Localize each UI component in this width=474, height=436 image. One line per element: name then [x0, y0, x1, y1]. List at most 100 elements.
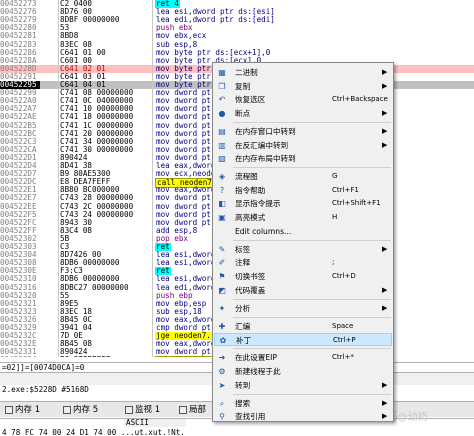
- menu-item-memmap-goto[interactable]: ▧ 在内存布局中转到: [214, 152, 392, 165]
- menu-item-label: 指令帮助: [235, 185, 266, 195]
- menu-item-label: 二进制: [235, 68, 258, 77]
- address-cell: 0045228D: [0, 64, 37, 73]
- find-references-icon: ⚲: [219, 412, 225, 422]
- menu-item-shortcut: Ctrl+Shift+F1: [332, 199, 381, 208]
- menu-item-shortcut: Ctrl+*: [332, 353, 354, 362]
- menu-item-label: 查找引用: [235, 412, 266, 422]
- dump-row[interactable]: 4 78 FC 74 00 24 D1 74 00 ...ut.xut.!Nt.: [0, 428, 474, 436]
- hint-icon: ◧: [218, 199, 226, 209]
- menu-item-label: 复制: [235, 81, 251, 91]
- menu-item-label[interactable]: ✎ 标签 ▶: [214, 243, 392, 256]
- address-cell: 00452329: [0, 324, 37, 332]
- bytes-cell: 83C4 08: [60, 226, 93, 235]
- bytes-cell: 5B: [60, 234, 70, 243]
- submenu-arrow-icon: ▶: [382, 108, 388, 117]
- menu-item-label: 显示指令提示: [235, 199, 281, 209]
- menu-item-label: 新建线程于此: [235, 367, 281, 376]
- menu-item-analysis[interactable]: ✦ 分析 ▶: [214, 302, 392, 315]
- menu-item-restore-selection[interactable]: ↶ 恢复选区 Ctrl+Backspace: [214, 93, 392, 106]
- disasm-goto-icon: ▥: [218, 140, 226, 150]
- tab-locals[interactable]: 局部: [176, 404, 209, 417]
- submenu-arrow-icon: ▶: [382, 81, 388, 90]
- address-cell: 00452273: [0, 0, 37, 8]
- menu-item-comment[interactable]: ✐ 注释;: [214, 256, 392, 269]
- bytes-cell: 890424: [60, 153, 88, 162]
- debugger-window: 00452273 C2 0400 ret 4 00452276 8D76 00 lea e…: [0, 0, 474, 436]
- address-cell: 004522CA: [0, 145, 37, 154]
- bytes-cell: C741 30 00000000: [60, 145, 134, 154]
- submenu-arrow-icon: ▶: [382, 68, 388, 76]
- menu-item-copy[interactable]: ❐ 复制 ▶: [214, 80, 392, 93]
- menu-item-new-thread[interactable]: ⚙ 新建线程于此: [214, 365, 392, 378]
- disasm-row[interactable]: 00452280 53 push ebx: [0, 24, 474, 32]
- address-cell: 0045230E: [0, 267, 37, 276]
- menu-item-hint[interactable]: ◧ 显示指令提示 Ctrl+Shift+F1: [214, 197, 392, 210]
- address-cell: 00452320: [0, 291, 37, 300]
- address-cell: 004522F5: [0, 210, 37, 219]
- submenu-arrow-icon: ▶: [382, 126, 388, 135]
- address-cell: 00452321: [0, 299, 37, 308]
- address-cell: 004522B5: [0, 121, 37, 130]
- menu-item-help[interactable]: ? 指令帮助 Ctrl+F1: [214, 184, 392, 197]
- tab-memory-5[interactable]: 内存 5: [60, 404, 101, 417]
- menu-item-assemble[interactable]: ✚ 汇编 Space: [214, 320, 392, 333]
- menu-item-goto[interactable]: ➤ 转到 ▶: [214, 379, 392, 392]
- help-icon: ?: [219, 185, 225, 195]
- address-cell: 00452316: [0, 283, 37, 292]
- set-eip-icon: ➜: [218, 353, 226, 363]
- menu-item-coverage[interactable]: ◩ 代码覆盖 ▶: [214, 284, 392, 297]
- bytes-cell: C641 04 01: [60, 81, 106, 89]
- menu-item-binary[interactable]: ▦ 二进制 ▶: [214, 66, 392, 79]
- tab-watch-1[interactable]: 监视 1: [122, 404, 163, 417]
- address-cell: 004522D1: [0, 153, 37, 162]
- menu-item-search[interactable]: ⌕ 搜索 ▶: [214, 397, 392, 410]
- menu-item-memory-goto[interactable]: ▤ 在内存窗口中转到 ▶: [214, 125, 392, 138]
- address-cell: 00452276: [0, 8, 37, 17]
- menu-item-label: 在内存布局中转到: [235, 154, 296, 164]
- menu-item-set-eip[interactable]: ➜ 在此设置EIP Ctrl+*: [214, 351, 392, 364]
- menu-item-shortcut: Ctrl+P: [333, 336, 356, 345]
- menu-separator: [233, 167, 391, 169]
- assemble-icon: ✚: [218, 321, 226, 331]
- locals-icon: [179, 405, 187, 414]
- submenu-arrow-icon: ▶: [382, 303, 388, 312]
- menu-item-edit-columns[interactable]: Edit columns...: [214, 225, 392, 238]
- address-cell: 00452295: [0, 81, 40, 90]
- menu-item-bookmark[interactable]: ⚑ 切换书签 Ctrl+D: [214, 270, 392, 283]
- bytes-cell: 7D 0E: [60, 332, 83, 341]
- menu-item-find-references[interactable]: ⚲ 查找引用 ▶: [214, 410, 392, 423]
- analysis-icon: ✦: [218, 303, 226, 313]
- menu-item-label: 标签: [235, 244, 251, 254]
- menu-separator: [233, 393, 391, 395]
- address-cell: 004522A0: [0, 97, 37, 106]
- bytes-cell: 8B45 0C: [60, 315, 93, 324]
- bytes-cell: 8943 30: [60, 218, 93, 227]
- menu-item-disasm-goto[interactable]: ▥ 在反汇编中转到 ▶: [214, 139, 392, 152]
- submenu-arrow-icon: ▶: [382, 380, 388, 389]
- menu-item-patch[interactable]: ✿ 补丁 Ctrl+P: [214, 333, 392, 347]
- bytes-cell: C741 18 00000000: [60, 113, 134, 122]
- menu-item-label: 在反汇编中转到: [235, 140, 289, 150]
- memmap-goto-icon: ▧: [218, 154, 226, 164]
- disasm-row[interactable]: 00452279 8DBF 00000000 lea edi,dword ptr d…: [0, 16, 474, 24]
- menu-item-shortcut: Space: [332, 321, 354, 330]
- disasm-row[interactable]: 00452281 8BD8 mov ebx,ecx: [0, 32, 474, 40]
- submenu-arrow-icon: ▶: [382, 412, 388, 421]
- menu-item-breakpoint[interactable]: ● 断点 ▶: [214, 107, 392, 120]
- menu-item-highlight[interactable]: ▣ 高亮模式 H: [214, 211, 392, 224]
- menu-item-graph[interactable]: ◈ 流程图 G: [214, 170, 392, 183]
- disasm-row[interactable]: 00452286 C641 01 00 mov byte ptr ds:[ecx+1…: [0, 49, 474, 57]
- coverage-icon: ◩: [218, 285, 226, 295]
- disasm-row[interactable]: 00452283 83EC 08 sub esp,8: [0, 41, 474, 49]
- submenu-arrow-icon: ▶: [382, 140, 388, 149]
- bytes-cell: 8D41 38: [60, 162, 93, 170]
- bytes-cell: C741 0C 04000000: [60, 97, 134, 106]
- disasm-row[interactable]: 00452273 C2 0400 ret 4: [0, 0, 474, 9]
- memory-icon: [63, 405, 71, 414]
- bytes-cell: C601 00: [60, 56, 93, 65]
- tab-memory-1[interactable]: 内存 1: [2, 404, 43, 417]
- menu-item-label: 高亮模式: [235, 213, 266, 222]
- sep-bytes-ins: [152, 0, 153, 357]
- disasm-row[interactable]: 00452276 8D76 00 lea esi,dword ptr ds:[esi…: [0, 8, 474, 16]
- bytes-cell: C741 20 00000000: [60, 129, 134, 138]
